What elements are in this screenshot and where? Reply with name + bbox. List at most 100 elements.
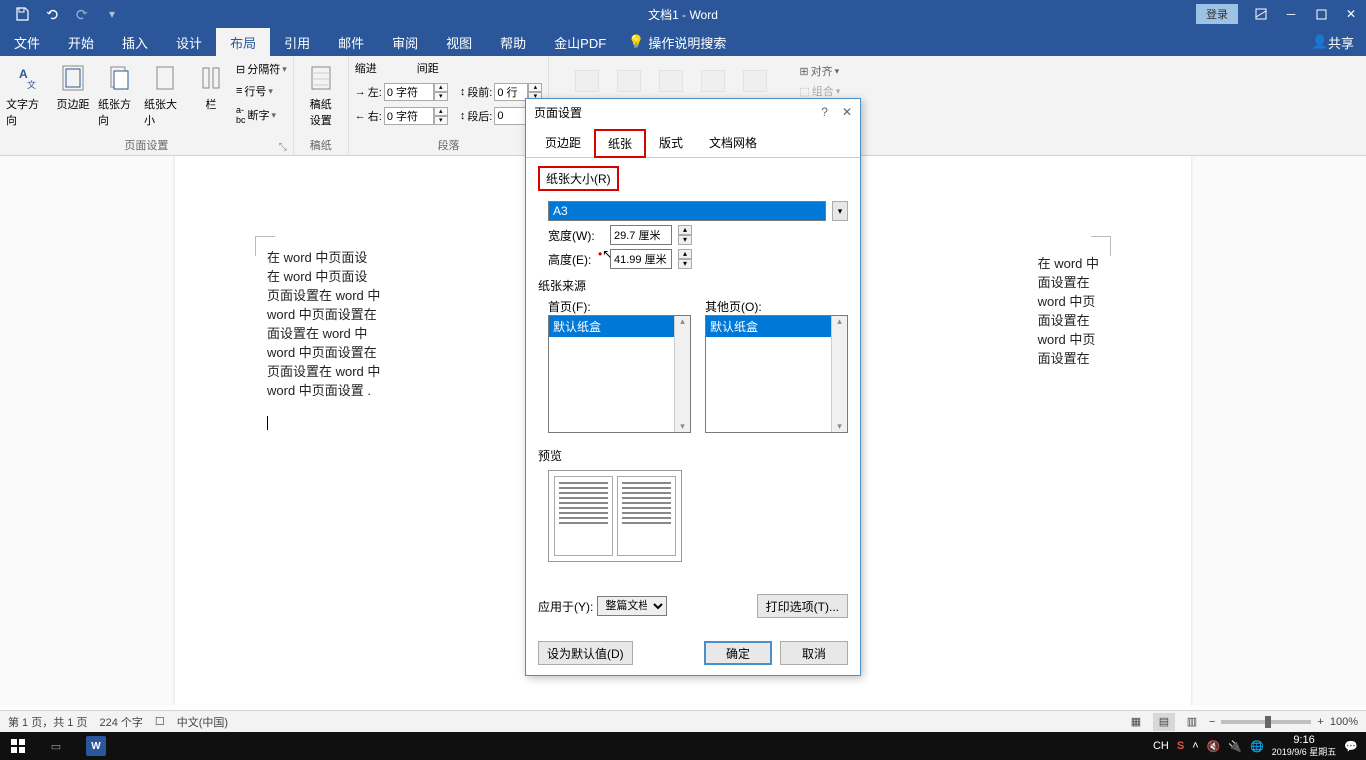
zoom-in-button[interactable]: + (1317, 716, 1323, 728)
login-button[interactable]: 登录 (1196, 4, 1238, 24)
set-default-button[interactable]: 设为默认值(D) (538, 641, 633, 665)
text-direction-button[interactable]: A文文字方向 (6, 58, 48, 128)
arrange-faded (555, 58, 787, 92)
orientation-button[interactable]: 纸张方向 (98, 58, 140, 128)
indent-label: 缩进 (355, 60, 377, 76)
dtab-layout[interactable]: 版式 (646, 129, 696, 157)
paper-size-select[interactable]: A3 (548, 201, 826, 221)
first-page-listbox[interactable]: 默认纸盒 ▴▾ (548, 315, 691, 433)
dialog-titlebar[interactable]: 页面设置 ? ✕ (526, 99, 860, 125)
lightbulb-icon: 💡 (628, 34, 644, 50)
dialog-title-text: 页面设置 (534, 104, 582, 121)
view-read-button[interactable]: ▦ (1125, 713, 1147, 731)
columns-button[interactable]: 栏 (190, 58, 232, 112)
tray-chevron-icon[interactable]: ˄ (1192, 740, 1198, 752)
start-button[interactable] (0, 732, 36, 760)
paper-size-dropdown-button[interactable]: ▾ (832, 201, 848, 221)
tab-view[interactable]: 视图 (432, 28, 486, 56)
first-page-selected[interactable]: 默认纸盒 (549, 316, 690, 337)
save-button[interactable] (8, 3, 36, 25)
other-pages-listbox[interactable]: 默认纸盒 ▴▾ (705, 315, 848, 433)
ok-button[interactable]: 确定 (704, 641, 772, 665)
dialog-help-button[interactable]: ? (821, 105, 828, 119)
tab-design[interactable]: 设计 (162, 28, 216, 56)
print-options-button[interactable]: 打印选项(T)... (757, 594, 848, 618)
view-print-button[interactable]: ▤ (1153, 713, 1175, 731)
battery-icon[interactable]: 🔌 (1228, 740, 1242, 753)
ime-indicator[interactable]: CH (1153, 740, 1169, 752)
wrap-text-icon (617, 70, 641, 92)
apply-to-select[interactable]: 整篇文档 (597, 596, 667, 616)
sound-icon[interactable]: 🔇 (1207, 740, 1221, 753)
hyphenation-button[interactable]: a-bc断字▾ (236, 105, 287, 125)
tab-review[interactable]: 审阅 (378, 28, 432, 56)
ribbon-options-button[interactable] (1246, 0, 1276, 28)
status-lang[interactable]: 中文(中国) (177, 714, 228, 730)
proofing-icon[interactable]: ☐ (155, 715, 165, 728)
size-button[interactable]: 纸张大小 (144, 58, 186, 128)
zoom-level[interactable]: 100% (1330, 716, 1358, 728)
network-icon[interactable]: 🌐 (1250, 740, 1264, 753)
status-words[interactable]: 224 个字 (99, 714, 142, 730)
indent-left-spinner[interactable]: ▴▾ (384, 83, 448, 101)
tab-file[interactable]: 文件 (0, 28, 54, 56)
cursor-mark: •↖ (598, 247, 612, 261)
quick-access-toolbar: ▾ (8, 3, 126, 25)
align-icon: ⊞ (799, 65, 808, 78)
height-input[interactable] (610, 249, 672, 269)
preview-label: 预览 (538, 447, 848, 464)
minimize-button[interactable]: ─ (1276, 0, 1306, 28)
tab-layout[interactable]: 布局 (216, 28, 270, 56)
other-pages-selected[interactable]: 默认纸盒 (706, 316, 847, 337)
listbox-scrollbar[interactable]: ▴▾ (674, 316, 690, 432)
qat-customize[interactable]: ▾ (98, 3, 126, 25)
tell-me-search[interactable]: 💡 操作说明搜索 (620, 28, 734, 56)
taskbar-task-view[interactable]: ▭ (36, 732, 76, 760)
page-setup-dialog: 页面设置 ? ✕ 页边距 纸张 版式 文档网格 纸张大小(R) A3 ▾ 宽度(… (525, 98, 861, 676)
view-web-button[interactable]: ▥ (1181, 713, 1203, 731)
indent-right-spinner[interactable]: ▴▾ (384, 107, 448, 125)
tab-help[interactable]: 帮助 (486, 28, 540, 56)
zoom-slider[interactable] (1221, 720, 1311, 724)
width-spinner[interactable]: ▴▾ (678, 225, 692, 245)
listbox-scrollbar-2[interactable]: ▴▾ (831, 316, 847, 432)
width-input[interactable] (610, 225, 672, 245)
maximize-button[interactable] (1306, 0, 1336, 28)
close-button[interactable]: ✕ (1336, 0, 1366, 28)
page-setup-launcher[interactable]: ⤡ (279, 142, 287, 153)
apply-to-label: 应用于(Y): (538, 598, 593, 615)
tab-wpspdf[interactable]: 金山PDF (540, 28, 620, 56)
dtab-grid[interactable]: 文档网格 (696, 129, 770, 157)
height-spinner[interactable]: ▴▾ (678, 249, 692, 269)
undo-button[interactable] (38, 3, 66, 25)
share-icon: 👤 (1312, 34, 1328, 50)
preview-page-2 (617, 476, 676, 556)
line-numbers-button[interactable]: ≡行号▾ (236, 83, 287, 99)
dtab-paper[interactable]: 纸张 (594, 129, 646, 158)
notifications-icon[interactable]: 💬 (1344, 740, 1358, 753)
share-button[interactable]: 👤 共享 (1300, 28, 1366, 56)
taskbar-word[interactable]: W (76, 732, 116, 760)
zoom-out-button[interactable]: − (1209, 716, 1215, 728)
margins-button[interactable]: 页边距 (52, 58, 94, 112)
breaks-button[interactable]: ⊟分隔符▾ (236, 61, 287, 77)
tab-insert[interactable]: 插入 (108, 28, 162, 56)
margin-mark-tr (1091, 236, 1111, 256)
status-page[interactable]: 第 1 页，共 1 页 (8, 714, 87, 730)
tab-references[interactable]: 引用 (270, 28, 324, 56)
document-text-left: 在 word 中页面设 在 word 中页面设 页面设置在 word 中 wor… (267, 248, 380, 400)
group-paragraph: 缩进 间距 →左: ▴▾ ↕段前: ▴▾ ←右: ▴▾ ↕段后: ▴▾ 段落⤡ (349, 56, 550, 155)
tray-time[interactable]: 9:16 (1272, 734, 1337, 746)
tab-home[interactable]: 开始 (54, 28, 108, 56)
tab-mailings[interactable]: 邮件 (324, 28, 378, 56)
redo-button[interactable] (68, 3, 96, 25)
dtab-margins[interactable]: 页边距 (532, 129, 594, 157)
text-direction-label: 文字方向 (6, 96, 48, 128)
dialog-close-button[interactable]: ✕ (842, 105, 852, 119)
align-button[interactable]: ⊞对齐▾ (799, 63, 840, 79)
cancel-button[interactable]: 取消 (780, 641, 848, 665)
sogou-icon[interactable]: S (1177, 740, 1184, 752)
manuscript-button[interactable]: 稿纸 设置 (300, 58, 342, 128)
group-button[interactable]: ⬚组合▾ (799, 83, 840, 99)
tray-date[interactable]: 2019/9/6 星期五 (1272, 746, 1337, 758)
